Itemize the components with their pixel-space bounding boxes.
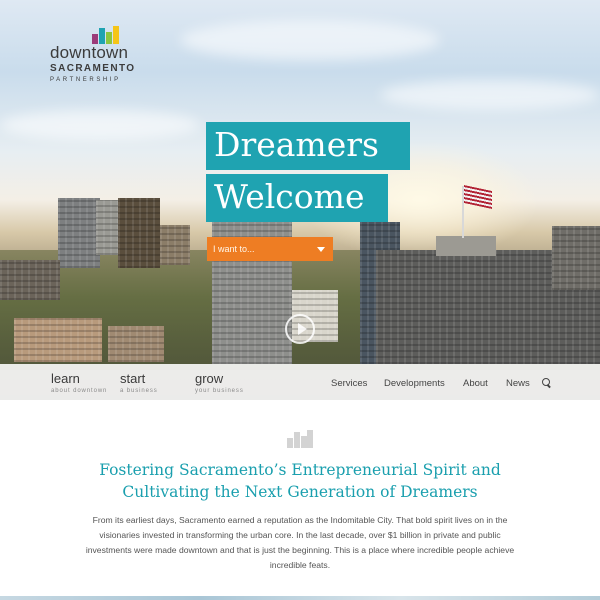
building <box>118 198 160 268</box>
nav-start[interactable]: start a business <box>120 372 158 394</box>
logo-tagline: PARTNERSHIP <box>50 77 121 83</box>
headline-line-1: Dreamers <box>206 122 410 170</box>
nav-start-subtitle: a business <box>120 388 158 394</box>
cloud-decoration <box>380 80 600 110</box>
logo-wordmark: downtown <box>50 43 129 62</box>
building <box>552 226 600 290</box>
headline-line-2: Welcome <box>206 174 388 222</box>
nav-learn-title: learn <box>51 371 80 386</box>
dropdown-value: I want to... <box>213 244 255 254</box>
building <box>436 236 496 256</box>
site-logo[interactable]: downtown SACRAMENTO PARTNERSHIP <box>50 26 140 86</box>
nav-learn[interactable]: learn about downtown <box>51 372 107 394</box>
headline-text: Dreamers <box>214 125 379 164</box>
nav-link-news[interactable]: News <box>506 378 530 389</box>
building <box>14 318 102 362</box>
nav-grow[interactable]: grow your business <box>195 372 244 394</box>
search-icon[interactable] <box>542 378 551 387</box>
section-title-line-1: Fostering Sacramento’s Entrepreneurial S… <box>99 461 501 479</box>
play-circle-icon[interactable] <box>285 314 315 344</box>
nav-link-about[interactable]: About <box>463 378 488 389</box>
nav-grow-title: grow <box>195 371 224 386</box>
i-want-to-dropdown[interactable]: I want to... <box>207 237 333 261</box>
cloud-decoration <box>180 20 440 60</box>
building <box>96 200 118 255</box>
chevron-down-icon <box>317 246 325 252</box>
bar-logo-icon <box>287 430 313 448</box>
section-title-line-2: Cultivating the Next Generation of Dream… <box>122 483 478 501</box>
nav-link-services[interactable]: Services <box>331 378 367 389</box>
building <box>108 326 164 362</box>
building <box>58 198 100 268</box>
logo-bars-icon <box>92 26 122 44</box>
nav-grow-subtitle: your business <box>195 388 244 394</box>
building <box>0 260 60 300</box>
cloud-decoration <box>0 110 200 140</box>
section-body: From its earliest days, Sacramento earne… <box>85 515 515 570</box>
logo-city: SACRAMENTO <box>50 63 136 74</box>
nav-link-developments[interactable]: Developments <box>384 378 445 389</box>
bottom-image-strip <box>0 596 600 600</box>
nav-learn-subtitle: about downtown <box>51 388 108 394</box>
building <box>160 225 190 265</box>
nav-start-title: start <box>120 371 146 386</box>
headline-text: Welcome <box>214 177 365 216</box>
section-title: Fostering Sacramento’s Entrepreneurial S… <box>40 459 560 503</box>
main-navigation: learn about downtown start a business gr… <box>0 364 600 400</box>
